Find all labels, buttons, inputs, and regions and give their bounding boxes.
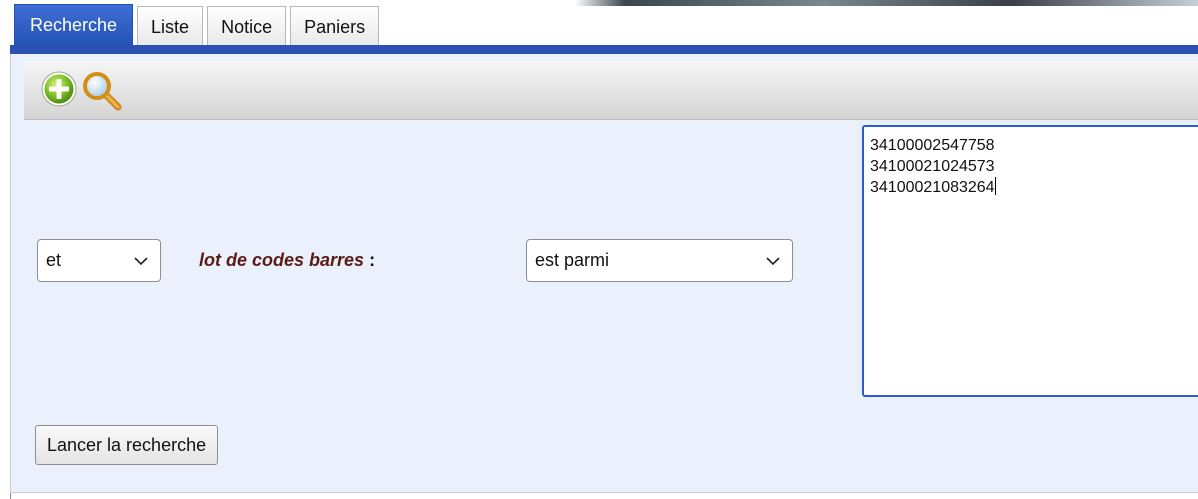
barcode-line: 34100021083264 [870,179,995,196]
barcode-list-textarea[interactable]: 34100002547758 34100021024573 3410002108… [862,125,1198,397]
add-icon[interactable] [40,70,78,108]
criterion-field-name: lot de codes barres [199,250,365,270]
boolean-operator-value: et [46,250,62,270]
boolean-operator-select[interactable]: et [37,239,161,282]
tab-liste[interactable]: Liste [137,6,204,45]
criterion-colon: : [364,250,376,270]
tab-paniers[interactable]: Paniers [290,6,380,45]
tab-notice[interactable]: Notice [207,6,287,45]
header-banner-image [575,0,1198,6]
chevron-down-icon [134,257,148,266]
search-icon[interactable] [80,69,124,113]
tab-bar: Recherche Liste Notice Paniers [14,4,383,45]
launch-search-button[interactable]: Lancer la recherche [35,425,219,465]
comparator-select[interactable]: est parmi [526,239,793,282]
criterion-field-label: lot de codes barres : [199,250,375,271]
comparator-value: est parmi [535,250,610,270]
barcode-line-last: 34100021083264 [870,177,1194,198]
chevron-down-icon [766,257,780,266]
barcode-line: 34100002547758 [870,137,995,154]
toolbar [24,61,1198,120]
barcode-line: 34100021024573 [870,158,995,175]
text-cursor [994,177,996,195]
tab-recherche[interactable]: Recherche [14,4,134,45]
tab-underline-bar [10,45,1198,54]
